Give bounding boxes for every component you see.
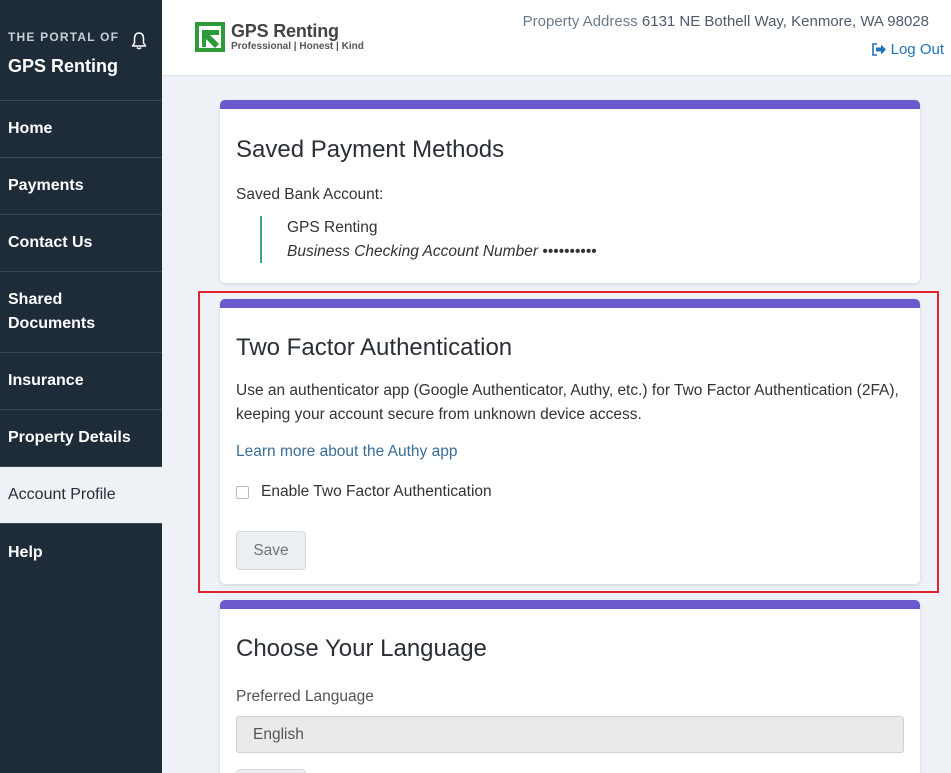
logo-name: GPS Renting <box>231 21 339 41</box>
sidebar-item-label: Insurance <box>8 372 84 389</box>
preferred-language-label: Preferred Language <box>236 688 374 705</box>
sidebar: THE PORTAL OF GPS Renting Home Payments … <box>0 0 162 773</box>
property-address-label: Property Address <box>522 13 638 30</box>
enable-2fa-row[interactable]: Enable Two Factor Authentication <box>236 483 904 501</box>
language-title: Choose Your Language <box>236 635 487 662</box>
sidebar-item-label: Shared Documents <box>8 291 96 332</box>
two-factor-description: Use an authenticator app (Google Authent… <box>236 382 899 423</box>
property-address: Property Address 6131 NE Bothell Way, Ke… <box>523 13 929 30</box>
saved-payment-methods-card: Saved Payment Methods Saved Bank Account… <box>220 100 920 283</box>
enable-2fa-label[interactable]: Enable Two Factor Authentication <box>261 483 492 501</box>
portal-name: GPS Renting <box>8 56 119 76</box>
sidebar-item-help[interactable]: Help <box>0 524 162 581</box>
enable-2fa-checkbox[interactable] <box>236 485 249 499</box>
sidebar-item-label: Property Details <box>8 429 131 446</box>
sidebar-item-label: Account Profile <box>8 486 116 503</box>
logout-link[interactable]: Log Out <box>871 41 944 58</box>
sidebar-item-payments[interactable]: Payments <box>0 158 162 215</box>
saved-bank-label: Saved Bank Account: <box>236 186 384 203</box>
portal-header: THE PORTAL OF GPS Renting <box>0 0 162 101</box>
language-select[interactable]: English <box>236 716 904 753</box>
sidebar-item-label: Help <box>8 543 43 561</box>
sidebar-item-account-profile[interactable]: Account Profile <box>0 467 162 524</box>
sidebar-item-contact-us[interactable]: Contact Us <box>0 215 162 272</box>
sidebar-item-home[interactable]: Home <box>0 101 162 158</box>
sidebar-item-label: Home <box>8 120 53 137</box>
learn-more-authy-link[interactable]: Learn more about the Authy app <box>236 443 457 461</box>
bank-account-number: Business Checking Account Number •••••••… <box>287 243 597 260</box>
sidebar-item-label: Contact Us <box>8 234 93 251</box>
two-factor-title: Two Factor Authentication <box>236 334 513 361</box>
property-address-value: 6131 NE Bothell Way, Kenmore, WA 98028 <box>641 13 929 30</box>
bell-icon[interactable] <box>130 31 148 51</box>
two-factor-card: Two Factor Authentication Use an authent… <box>220 299 920 584</box>
gps-logo-icon[interactable] <box>195 22 225 52</box>
sidebar-item-label: Payments <box>8 177 84 194</box>
logout-label: Log Out <box>890 41 944 58</box>
bank-name: GPS Renting <box>287 219 378 236</box>
saved-bank-account: GPS Renting Business Checking Account Nu… <box>260 216 904 263</box>
saved-payment-title: Saved Payment Methods <box>236 136 505 163</box>
top-bar: GPS Renting Professional | Honest | Kind… <box>162 0 951 76</box>
sidebar-item-shared-documents[interactable]: Shared Documents <box>0 272 162 353</box>
logo-tagline: Professional | Honest | Kind <box>231 41 364 52</box>
save-button[interactable]: Save <box>236 531 306 570</box>
language-save-button[interactable] <box>236 769 306 773</box>
language-card: Choose Your Language Preferred Language … <box>220 600 920 773</box>
sidebar-item-property-details[interactable]: Property Details <box>0 410 162 467</box>
sidebar-item-insurance[interactable]: Insurance <box>0 353 162 410</box>
logout-icon <box>871 43 886 56</box>
